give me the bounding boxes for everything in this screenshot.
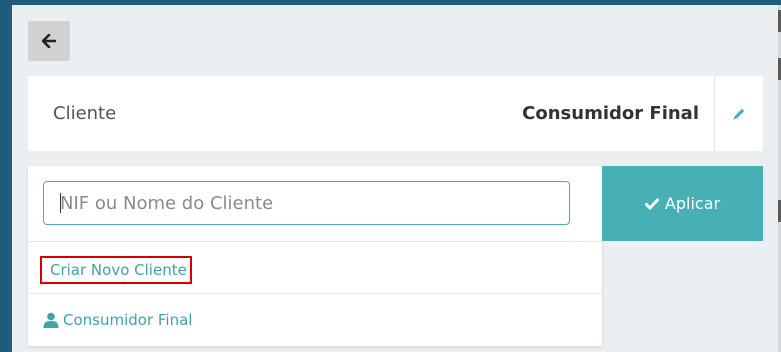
check-icon [644, 198, 659, 209]
consumer-final-option[interactable]: Consumidor Final [43, 308, 192, 332]
divider [28, 293, 602, 294]
top-bar-edge [12, 0, 781, 5]
text-caret [60, 193, 61, 213]
edit-client-button[interactable] [715, 76, 763, 151]
client-search-input[interactable] [43, 181, 570, 225]
user-icon [43, 312, 59, 328]
pencil-icon [733, 108, 745, 119]
client-value: Consumidor Final [522, 103, 699, 124]
left-sidebar-edge [0, 0, 12, 352]
client-search-panel: Criar Novo Cliente Consumidor Final [28, 166, 602, 346]
client-card: Cliente Consumidor Final [28, 76, 763, 151]
arrow-left-icon [42, 34, 56, 48]
apply-button[interactable]: Aplicar [602, 166, 763, 241]
back-button[interactable] [28, 21, 70, 61]
apply-button-label: Aplicar [664, 194, 721, 213]
client-label: Cliente [53, 103, 117, 124]
divider [28, 241, 602, 242]
create-new-client-link[interactable]: Criar Novo Cliente [40, 256, 192, 284]
create-new-client-label: Criar Novo Cliente [50, 261, 187, 279]
consumer-final-label: Consumidor Final [63, 311, 193, 329]
